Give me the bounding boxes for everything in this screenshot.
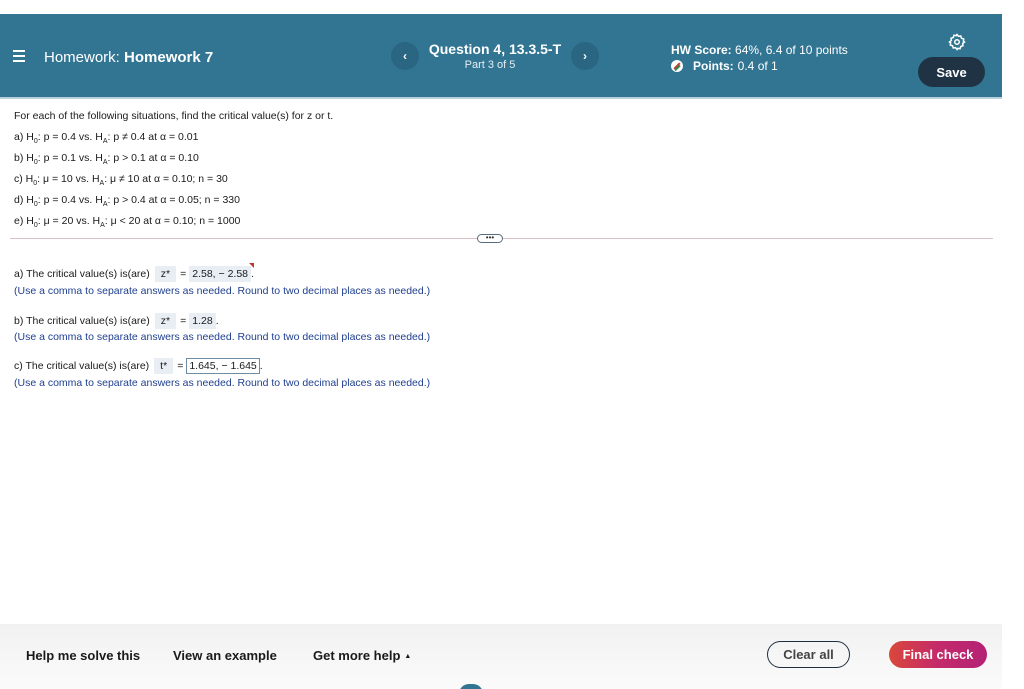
answer-hint: (Use a comma to separate answers as need…	[14, 285, 431, 297]
question-part: Part 3 of 5	[464, 59, 516, 71]
answer-variable: z*	[154, 266, 177, 282]
points-value: 0.4 of 1	[737, 59, 778, 73]
homework-prefix: Homework:	[44, 49, 120, 66]
equals-sign: =	[180, 315, 187, 327]
answer-period: .	[259, 360, 263, 372]
hypothesis-item: b) H0: p = 0.1 vs. HA: p > 0.1 at α = 0.…	[14, 152, 199, 167]
get-more-help-button[interactable]: Get more help ▲	[313, 648, 411, 663]
homework-name: Homework 7	[124, 49, 214, 66]
answer-label: a) The critical value(s) is(are)	[14, 268, 150, 280]
hw-score-value: 64%, 6.4 of 10 points	[735, 43, 848, 57]
answer-row-b: b) The critical value(s) is(are) z* = 1.…	[14, 313, 219, 329]
answer-variable: t*	[154, 358, 174, 374]
answer-period: .	[251, 268, 254, 280]
get-more-help-label: Get more help	[313, 648, 401, 663]
answer-input-a[interactable]: 2.58, − 2.58	[189, 263, 255, 282]
equals-sign: =	[180, 268, 187, 280]
view-example-button[interactable]: View an example	[173, 648, 277, 663]
hypothesis-item: a) H0: p = 0.4 vs. HA: p ≠ 0.4 at α = 0.…	[14, 131, 199, 146]
caret-up-icon: ▲	[404, 653, 412, 660]
expand-question-button[interactable]: •••	[477, 234, 503, 243]
chevron-left-icon: ‹	[403, 49, 407, 63]
answer-variable: z*	[154, 313, 177, 329]
clear-all-button[interactable]: Clear all	[767, 641, 850, 668]
answer-label: b) The critical value(s) is(are)	[14, 315, 150, 327]
incorrect-flag-icon	[249, 263, 255, 268]
gear-icon[interactable]	[948, 33, 966, 51]
answer-input-b[interactable]: 1.28	[189, 313, 216, 329]
question-title: Question 4, 13.3.5-T	[428, 41, 562, 57]
hypotheses-list: a) H0: p = 0.4 vs. HA: p ≠ 0.4 at α = 0.…	[14, 129, 240, 234]
answer-row-c: c) The critical value(s) is(are) t* = 1.…	[14, 358, 263, 374]
top-bar: Homework: Homework 7 ‹ Question 4, 13.3.…	[0, 14, 1002, 99]
partial-credit-icon	[671, 60, 683, 72]
answer-period: .	[215, 315, 219, 327]
final-check-button[interactable]: Final check	[889, 641, 987, 668]
answer-row-a: a) The critical value(s) is(are) z* = 2.…	[14, 263, 255, 282]
question-points: Points: 0.4 of 1	[671, 59, 778, 73]
hypothesis-item: d) H0: p = 0.4 vs. HA: p > 0.4 at α = 0.…	[14, 194, 240, 209]
hypothesis-item: c) H0: μ = 10 vs. HA: μ ≠ 10 at α = 0.10…	[14, 173, 228, 188]
save-button[interactable]: Save	[918, 57, 985, 87]
hamburger-icon[interactable]	[13, 50, 25, 62]
question-intro: For each of the following situations, fi…	[14, 110, 334, 122]
homework-title: Homework: Homework 7	[44, 49, 213, 66]
answer-input-c[interactable]: 1.645, − 1.645	[186, 358, 260, 374]
hw-score-label: HW Score:	[671, 43, 732, 57]
answer-label: c) The critical value(s) is(are)	[14, 360, 150, 372]
points-label: Points:	[693, 59, 734, 73]
help-me-solve-button[interactable]: Help me solve this	[26, 648, 140, 663]
answer-hint: (Use a comma to separate answers as need…	[14, 377, 431, 389]
previous-question-button[interactable]: ‹	[391, 42, 419, 70]
answer-hint: (Use a comma to separate answers as need…	[14, 331, 431, 343]
next-question-button[interactable]: ›	[571, 42, 599, 70]
hypothesis-item: e) H0: μ = 20 vs. HA: μ < 20 at α = 0.10…	[14, 215, 241, 230]
chevron-right-icon: ›	[583, 49, 587, 63]
equals-sign: =	[177, 360, 184, 372]
footer-bar: Help me solve this View an example Get m…	[0, 624, 1002, 689]
hw-score: HW Score: 64%, 6.4 of 10 points	[671, 43, 848, 57]
